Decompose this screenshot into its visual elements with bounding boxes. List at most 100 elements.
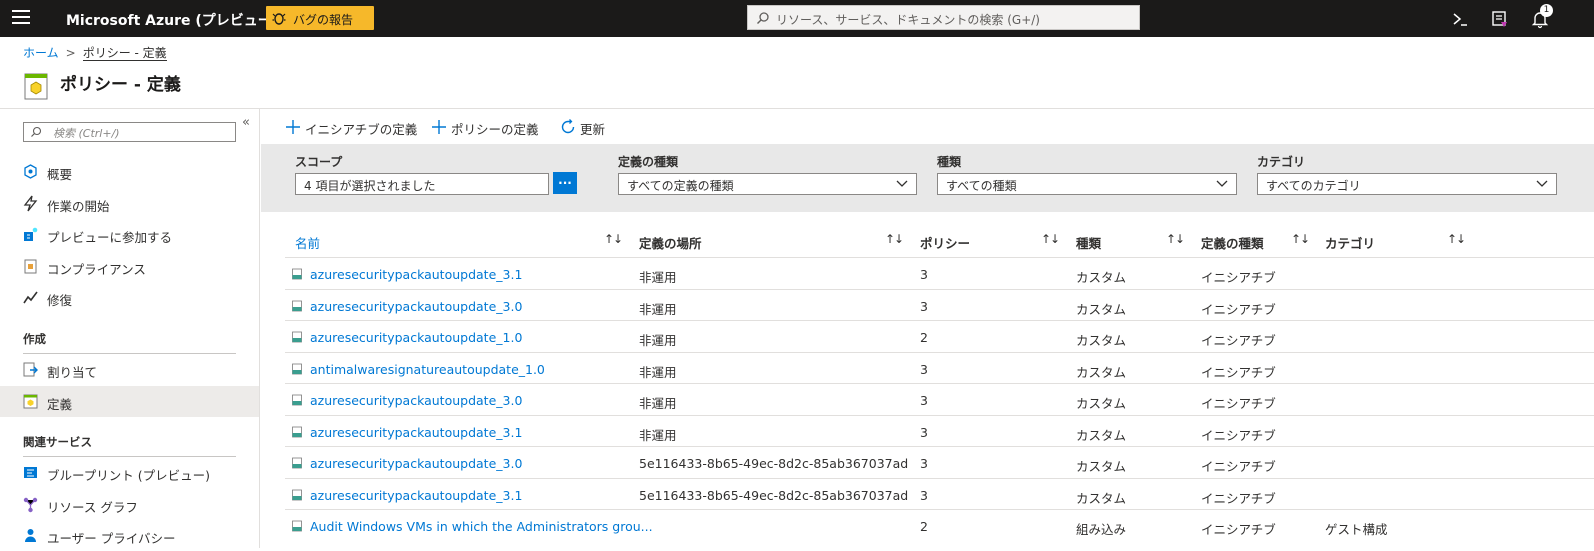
plus-icon xyxy=(286,120,300,134)
definition-type-label: 定義の種類 xyxy=(618,155,679,169)
scope-picker-button[interactable]: ... xyxy=(553,172,577,194)
preview-icon xyxy=(24,227,38,241)
sidebar-item-getting-started[interactable]: 作業の開始 xyxy=(0,188,259,219)
definition-name-link[interactable]: azuresecuritypackautoupdate_3.0 xyxy=(310,393,522,408)
portal-title[interactable]: Microsoft Azure (プレビュー) xyxy=(66,10,278,30)
search-icon xyxy=(31,126,42,137)
column-header-location[interactable]: 定義の場所 xyxy=(639,233,702,252)
type-cell: カスタム xyxy=(1076,396,1127,411)
global-search-placeholder: リソース、サービス、ドキュメントの検索 (G+/) xyxy=(776,13,1040,27)
sort-icon[interactable]: ↑↓ xyxy=(1166,232,1185,246)
sort-icon[interactable]: ↑↓ xyxy=(1041,232,1060,246)
definition-type-cell: イニシアチブ xyxy=(1201,427,1276,443)
initiative-definition-icon xyxy=(292,457,302,469)
filter-panel: スコープ 4 項目が選択されました ... 定義の種類 すべての定義の種類 種類… xyxy=(261,144,1594,212)
remediation-icon xyxy=(23,291,38,304)
sidebar-item-label: 概要 xyxy=(47,167,73,182)
breadcrumb: ホーム > ポリシー - 定義 xyxy=(23,44,167,61)
definition-name-link[interactable]: azuresecuritypackautoupdate_1.0 xyxy=(310,330,522,345)
table-row[interactable]: azuresecuritypackautoupdate_3.1 5e116433-… xyxy=(285,477,1594,510)
definition-name-link[interactable]: Audit Windows VMs in which the Administr… xyxy=(310,519,653,534)
type-cell: カスタム xyxy=(1076,364,1127,380)
definition-type-cell: イニシアチブ xyxy=(1201,364,1276,380)
add-initiative-definition-label: イニシアチブの定義 xyxy=(305,122,418,137)
initiative-definition-icon xyxy=(292,489,302,500)
sidebar-item-remediation[interactable]: 修復 xyxy=(0,282,259,313)
column-header-category[interactable]: カテゴリ xyxy=(1325,233,1375,252)
definition-name-link[interactable]: azuresecuritypackautoupdate_3.1 xyxy=(310,267,522,282)
definition-location-cell: 非運用 xyxy=(639,270,677,285)
search-icon xyxy=(757,12,769,24)
sort-icon[interactable]: ↑↓ xyxy=(1447,232,1466,246)
sidebar-item-assignments[interactable]: 割り当て xyxy=(0,354,259,385)
table-row[interactable]: Audit Windows VMs in which the Administr… xyxy=(285,509,1594,541)
table-row[interactable]: azuresecuritypackautoupdate_3.1 非運用 3 カスタム イ… xyxy=(285,257,1594,289)
table-row[interactable]: azuresecuritypackautoupdate_3.0 5e116433-… xyxy=(285,446,1594,478)
definition-name-link[interactable]: antimalwaresignatureautoupdate_1.0 xyxy=(310,362,545,377)
sort-icon[interactable]: ↑↓ xyxy=(885,232,904,246)
definition-name-link[interactable]: azuresecuritypackautoupdate_3.1 xyxy=(310,425,522,440)
menu-search-placeholder: 検索 (Ctrl+/) xyxy=(53,127,120,140)
table-row[interactable]: antimalwaresignatureautoupdate_1.0 非運用 3 カス… xyxy=(285,351,1594,384)
policy-definition-icon xyxy=(24,73,48,100)
column-header-name[interactable]: 名前 xyxy=(295,233,320,252)
policy-count-cell: 3 xyxy=(920,393,928,408)
sidebar-item-resource-graph[interactable]: リソース グラフ xyxy=(0,489,259,520)
section-heading-related-services: 関連サービス xyxy=(23,435,92,449)
sidebar-item-label: 定義 xyxy=(47,397,73,412)
column-header-type[interactable]: 種類 xyxy=(1076,233,1101,252)
directory-filter-icon[interactable] xyxy=(1490,9,1510,29)
sidebar-item-overview[interactable]: 概要 xyxy=(0,156,259,187)
scope-label: スコープ xyxy=(295,155,343,169)
type-dropdown[interactable]: すべての種類 xyxy=(937,173,1237,195)
breadcrumb-current[interactable]: ポリシー - 定義 xyxy=(82,46,167,61)
policy-count-cell: 3 xyxy=(920,456,928,471)
type-cell: カスタム xyxy=(1076,427,1127,443)
policy-count-cell: 2 xyxy=(920,330,928,345)
definition-name-link[interactable]: azuresecuritypackautoupdate_3.1 xyxy=(310,488,522,503)
compliance-icon xyxy=(24,259,37,274)
column-header-policies[interactable]: ポリシー xyxy=(920,233,970,252)
scope-value: 4 項目が選択されました xyxy=(304,179,436,193)
table-row[interactable]: azuresecuritypackautoupdate_1.0 非運用 2 カスタム イ… xyxy=(285,320,1594,352)
definition-name-link[interactable]: azuresecuritypackautoupdate_3.0 xyxy=(310,299,522,314)
sidebar-item-compliance[interactable]: コンプライアンス xyxy=(0,251,259,282)
table-row[interactable]: azuresecuritypackautoupdate_3.0 非運用 3 カスタム イ… xyxy=(285,383,1594,415)
plus-icon xyxy=(432,120,446,134)
sidebar-item-label: コンプライアンス xyxy=(47,262,146,277)
command-bar: イニシアチブの定義 ポリシーの定義 更新 xyxy=(261,109,1594,144)
sort-icon[interactable]: ↑↓ xyxy=(604,232,623,246)
type-cell: 組み込み xyxy=(1076,522,1127,537)
chevron-down-icon xyxy=(1216,180,1228,187)
report-bug-label: バグの報告 xyxy=(293,13,354,27)
sidebar-item-label: ユーザー プライバシー xyxy=(47,531,176,546)
refresh-label: 更新 xyxy=(580,122,606,137)
sidebar-item-user-privacy[interactable]: ユーザー プライバシー xyxy=(0,520,259,551)
sidebar-item-blueprints[interactable]: ブループリント (プレビュー) xyxy=(0,457,259,488)
type-cell: カスタム xyxy=(1076,459,1127,474)
type-cell: カスタム xyxy=(1076,270,1127,285)
scope-field[interactable]: 4 項目が選択されました xyxy=(295,173,549,195)
menu-search-input[interactable]: 検索 (Ctrl+/) xyxy=(23,122,236,142)
collapse-menu-icon[interactable]: « xyxy=(242,115,250,130)
resource-graph-icon xyxy=(23,497,38,513)
sidebar-item-join-preview[interactable]: プレビューに参加する xyxy=(0,219,259,250)
definition-location-cell: 非運用 xyxy=(639,427,677,443)
definition-name-link[interactable]: azuresecuritypackautoupdate_3.0 xyxy=(310,456,522,471)
report-bug-button[interactable]: バグの報告 xyxy=(266,6,374,30)
definition-location-cell: 5e116433-8b65-49ec-8d2c-85ab367037ad xyxy=(639,456,909,471)
table-row[interactable]: azuresecuritypackautoupdate_3.0 非運用 3 カスタム イ… xyxy=(285,288,1594,321)
sort-icon[interactable]: ↑↓ xyxy=(1291,232,1310,246)
sidebar-item-label: リソース グラフ xyxy=(47,500,138,515)
definition-type-dropdown[interactable]: すべての定義の種類 xyxy=(618,173,917,195)
category-dropdown[interactable]: すべてのカテゴリ xyxy=(1257,173,1557,195)
cloud-shell-icon[interactable] xyxy=(1451,9,1471,29)
definition-type-cell: イニシアチブ xyxy=(1201,270,1276,285)
table-row[interactable]: azuresecuritypackautoupdate_3.1 非運用 3 カスタム イ… xyxy=(285,414,1594,447)
sidebar-item-definitions[interactable]: 定義 xyxy=(0,386,259,417)
definition-location-cell: 非運用 xyxy=(639,396,677,411)
menu-icon[interactable] xyxy=(12,10,30,26)
global-search-input[interactable]: リソース、サービス、ドキュメントの検索 (G+/) xyxy=(747,5,1140,30)
breadcrumb-home-link[interactable]: ホーム xyxy=(23,46,59,60)
column-header-definition-type[interactable]: 定義の種類 xyxy=(1201,233,1264,252)
